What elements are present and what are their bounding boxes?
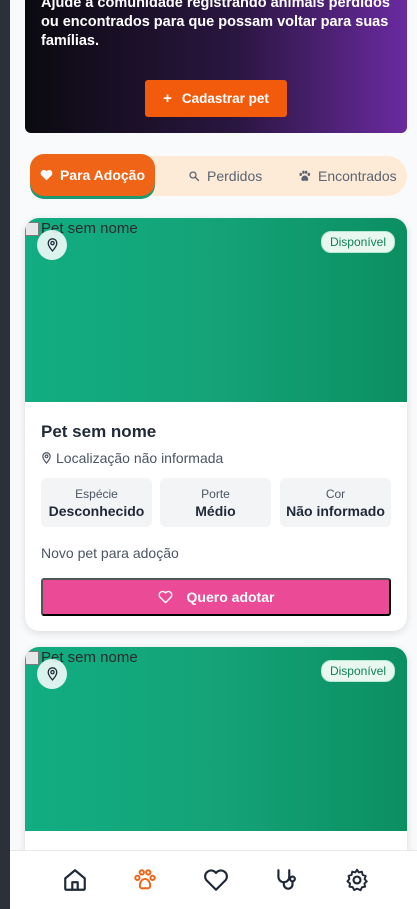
pet-image[interactable]: Pet sem nome Disponível	[25, 218, 407, 402]
gear-icon	[346, 868, 368, 892]
pet-card: Pet sem nome Disponível Pet sem nome Loc…	[25, 218, 407, 631]
adopt-button-label: Quero adotar	[186, 589, 275, 605]
tab-adoption[interactable]: Para Adoção	[30, 154, 155, 196]
bottom-navigation	[10, 850, 417, 909]
location-pin-icon	[42, 452, 51, 464]
tab-found[interactable]: Encontrados	[298, 156, 397, 196]
attribute-label: Porte	[201, 487, 230, 501]
attribute-color: Cor Não informado	[280, 478, 391, 527]
heart-outline-icon	[158, 590, 172, 604]
app-screen: Ajude a comunidade registrando animais p…	[10, 0, 417, 909]
search-icon	[189, 171, 200, 182]
category-tabs: Para Adoção Perdidos Encontrados	[30, 154, 407, 196]
attribute-label: Cor	[325, 487, 346, 501]
pet-image[interactable]: Pet sem nome Disponível	[25, 647, 407, 831]
register-pet-button[interactable]: + Cadastrar pet	[145, 80, 287, 117]
status-badge: Disponível	[320, 231, 395, 253]
pet-name: Pet sem nome	[41, 422, 157, 441]
plus-icon: +	[163, 90, 172, 107]
hero-text: Ajude a comunidade registrando animais p…	[41, 0, 390, 49]
heart-icon	[204, 869, 228, 891]
tab-found-label: Encontrados	[318, 168, 397, 184]
attribute-value: Médio	[195, 503, 236, 519]
attribute-value: Desconhecido	[48, 503, 145, 519]
nav-favorites[interactable]	[201, 865, 231, 895]
heart-icon	[40, 169, 53, 181]
nav-settings[interactable]	[342, 865, 372, 895]
stethoscope-icon	[277, 869, 296, 890]
pet-location: Localização não informada	[41, 450, 223, 466]
adopt-button[interactable]: Quero adotar	[41, 578, 391, 616]
attribute-value: Não informado	[286, 503, 385, 519]
home-icon	[64, 869, 86, 891]
nav-health[interactable]	[271, 865, 301, 895]
tab-adoption-label: Para Adoção	[59, 167, 146, 183]
pet-card: Pet sem nome Disponível	[25, 647, 407, 877]
location-pin-icon	[37, 230, 67, 260]
register-pet-label: Cadastrar pet	[181, 91, 269, 106]
pet-location-text: Localização não informada	[56, 450, 224, 466]
nav-pets[interactable]	[130, 865, 160, 895]
location-pin-icon	[37, 659, 67, 689]
attribute-size: Porte Médio	[160, 478, 271, 527]
paw-icon	[299, 170, 311, 181]
attribute-species: Espécie Desconhecido	[41, 478, 152, 527]
hero-banner: Ajude a comunidade registrando animais p…	[25, 0, 407, 133]
tab-lost-label: Perdidos	[207, 168, 263, 184]
status-badge: Disponível	[320, 660, 395, 682]
nav-home[interactable]	[60, 865, 90, 895]
broken-image-icon	[25, 650, 39, 665]
attribute-label: Espécie	[75, 487, 118, 501]
tab-lost[interactable]: Perdidos	[188, 156, 262, 196]
pet-description: Novo pet para adoção	[41, 545, 179, 561]
paw-icon	[134, 869, 156, 890]
broken-image-icon	[25, 221, 39, 236]
